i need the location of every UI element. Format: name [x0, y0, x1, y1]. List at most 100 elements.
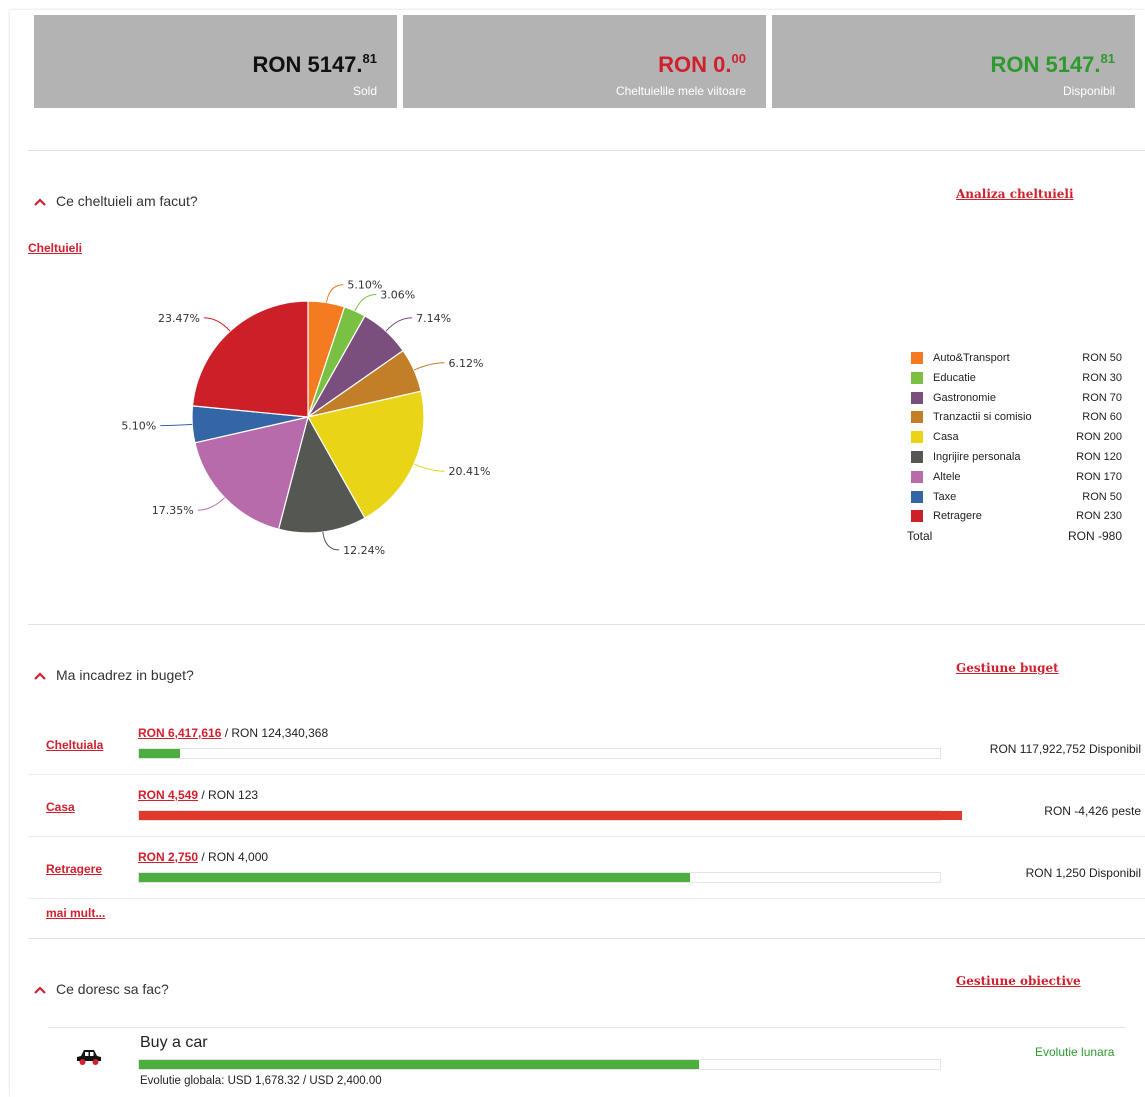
legend-value: RON 120 [1076, 450, 1122, 463]
budget-manage-link[interactable]: Gestiune buget [956, 661, 1059, 675]
legend-swatch [911, 450, 923, 463]
pie-percent-label: 5.10% [347, 279, 382, 292]
legend-swatch [911, 490, 923, 503]
pie-connector [326, 284, 344, 303]
legend-label: Taxe [933, 490, 957, 503]
goal-name: Buy a car [140, 1034, 208, 1051]
legend-value: RON 60 [1082, 411, 1122, 424]
budget-remaining: RON 117,922,752 Disponibil [989, 742, 1141, 756]
legend-label: Casa [933, 431, 959, 444]
legend-value: RON 50 [1082, 490, 1122, 503]
pie-percent-label: 5.10% [121, 420, 156, 433]
legend-item[interactable]: Altele RON 170 [911, 470, 1126, 490]
goals-title-text: Ce doresc sa fac? [56, 981, 169, 997]
row-divider [28, 774, 1145, 775]
pie-percent-label: 23.47% [158, 312, 200, 325]
pie-connector [203, 317, 231, 332]
upcoming-expenses-label: Cheltuielile mele viitoare [615, 84, 746, 98]
chevron-up-icon [34, 672, 46, 681]
row-divider [28, 898, 1145, 899]
legend-item[interactable]: Educatie RON 30 [911, 371, 1126, 391]
chevron-up-icon [34, 198, 46, 207]
budget-progress-bar [138, 748, 941, 759]
legend-swatch [911, 352, 923, 364]
pie-connector [160, 423, 193, 427]
monthly-evolution-link[interactable]: Evolutie lunara [1035, 1045, 1114, 1059]
pie-connector [322, 531, 340, 551]
goals-section-title[interactable]: Ce doresc sa fac? [34, 981, 169, 997]
legend-total: Total RON -980 [907, 529, 1126, 549]
goal-progress-fill [139, 1060, 700, 1069]
divider [28, 150, 1145, 151]
legend-swatch [911, 371, 923, 384]
budget-row-name[interactable]: Casa [46, 800, 75, 814]
goal-global-evolution: Evolutie globala: USD 1,678.32 / USD 2,4… [140, 1075, 382, 1087]
budget-spent-link[interactable]: RON 6,417,616 [138, 726, 221, 740]
balance-box: RON 5147.81 Sold [34, 15, 397, 108]
pie-percent-label: 3.06% [380, 288, 415, 301]
divider [28, 624, 1145, 625]
legend-item[interactable]: Retragere RON 230 [911, 509, 1126, 529]
more-link[interactable]: mai mult... [46, 906, 105, 920]
expenses-section-title[interactable]: Ce cheltuieli am facut? [34, 193, 198, 209]
available-label: Disponibil [1062, 84, 1115, 98]
budget-row-amounts: RON 6,417,616 / RON 124,340,368 [138, 726, 328, 740]
budget-row-amounts: RON 4,549 / RON 123 [138, 788, 258, 802]
divider [28, 938, 1145, 939]
legend-swatch [911, 431, 923, 444]
expense-analysis-link[interactable]: Analiza cheltuieli [956, 187, 1074, 201]
budget-row-name[interactable]: Cheltuiala [46, 738, 103, 752]
car-icon [77, 1050, 101, 1065]
pie-connector [354, 293, 377, 312]
upcoming-expenses-amount: RON 0.00 [658, 51, 746, 77]
pie-percent-label: 12.24% [343, 544, 385, 557]
goals-manage-link[interactable]: Gestiune obiective [956, 974, 1081, 988]
expenses-legend: Auto&Transport RON 50 Educatie RON 30 Gastro… [907, 351, 1126, 549]
upcoming-expenses-box: RON 0.00 Cheltuielile mele viitoare [403, 15, 766, 108]
expenses-chart-link[interactable]: Cheltuieli [28, 241, 82, 255]
budget-progress-fill [139, 873, 690, 882]
pie-connector [413, 463, 445, 472]
budget-spent-link[interactable]: RON 4,549 [138, 788, 198, 802]
budget-spent-link[interactable]: RON 2,750 [138, 850, 198, 864]
legend-total-value: RON -980 [1067, 529, 1122, 544]
pie-percent-label: 17.35% [152, 504, 194, 517]
pie-connector [413, 362, 445, 371]
legend-label: Gastronomie [933, 391, 996, 404]
legend-item[interactable]: Gastronomie RON 70 [911, 391, 1126, 411]
legend-label: Retragere [933, 510, 982, 523]
legend-swatch [911, 411, 923, 424]
legend-item[interactable]: Ingrijire personala RON 120 [911, 450, 1126, 470]
pie-percent-label: 20.41% [449, 465, 491, 478]
budget-progress-fill [139, 749, 181, 758]
legend-swatch [911, 391, 923, 404]
legend-value: RON 50 [1082, 352, 1122, 364]
balance-label: Sold [352, 84, 377, 98]
legend-value: RON 30 [1082, 371, 1122, 384]
budget-limit: / RON 124,340,368 [221, 726, 329, 740]
budget-progress-bar [138, 872, 941, 883]
goal-progress-bar [138, 1059, 941, 1070]
budget-remaining: RON 1,250 Disponibil [1025, 866, 1141, 880]
available-amount: RON 5147.81 [990, 51, 1115, 77]
budget-row-name[interactable]: Retragere [46, 862, 102, 876]
budget-limit: / RON 4,000 [198, 850, 269, 864]
legend-value: RON 200 [1076, 431, 1122, 444]
legend-item[interactable]: Tranzactii si comisio RON 60 [911, 410, 1126, 430]
legend-label: Educatie [933, 371, 976, 384]
budget-section-title[interactable]: Ma incadrez in buget? [34, 667, 194, 683]
legend-item[interactable]: Auto&Transport RON 50 [911, 351, 1126, 371]
expenses-title-text: Ce cheltuieli am facut? [56, 193, 198, 209]
legend-item[interactable]: Taxe RON 50 [911, 490, 1126, 510]
legend-value: RON 170 [1076, 470, 1122, 483]
budget-progress-bar [138, 810, 962, 821]
legend-item[interactable]: Casa RON 200 [911, 430, 1126, 450]
legend-value: RON 230 [1076, 510, 1122, 523]
legend-label: Ingrijire personala [933, 450, 1021, 463]
row-divider [28, 836, 1145, 837]
legend-label: Altele [933, 470, 961, 483]
legend-label: Tranzactii si comisio [933, 411, 1032, 424]
chevron-up-icon [34, 986, 46, 995]
balance-amount: RON 5147.81 [252, 51, 377, 77]
legend-value: RON 70 [1082, 391, 1122, 404]
